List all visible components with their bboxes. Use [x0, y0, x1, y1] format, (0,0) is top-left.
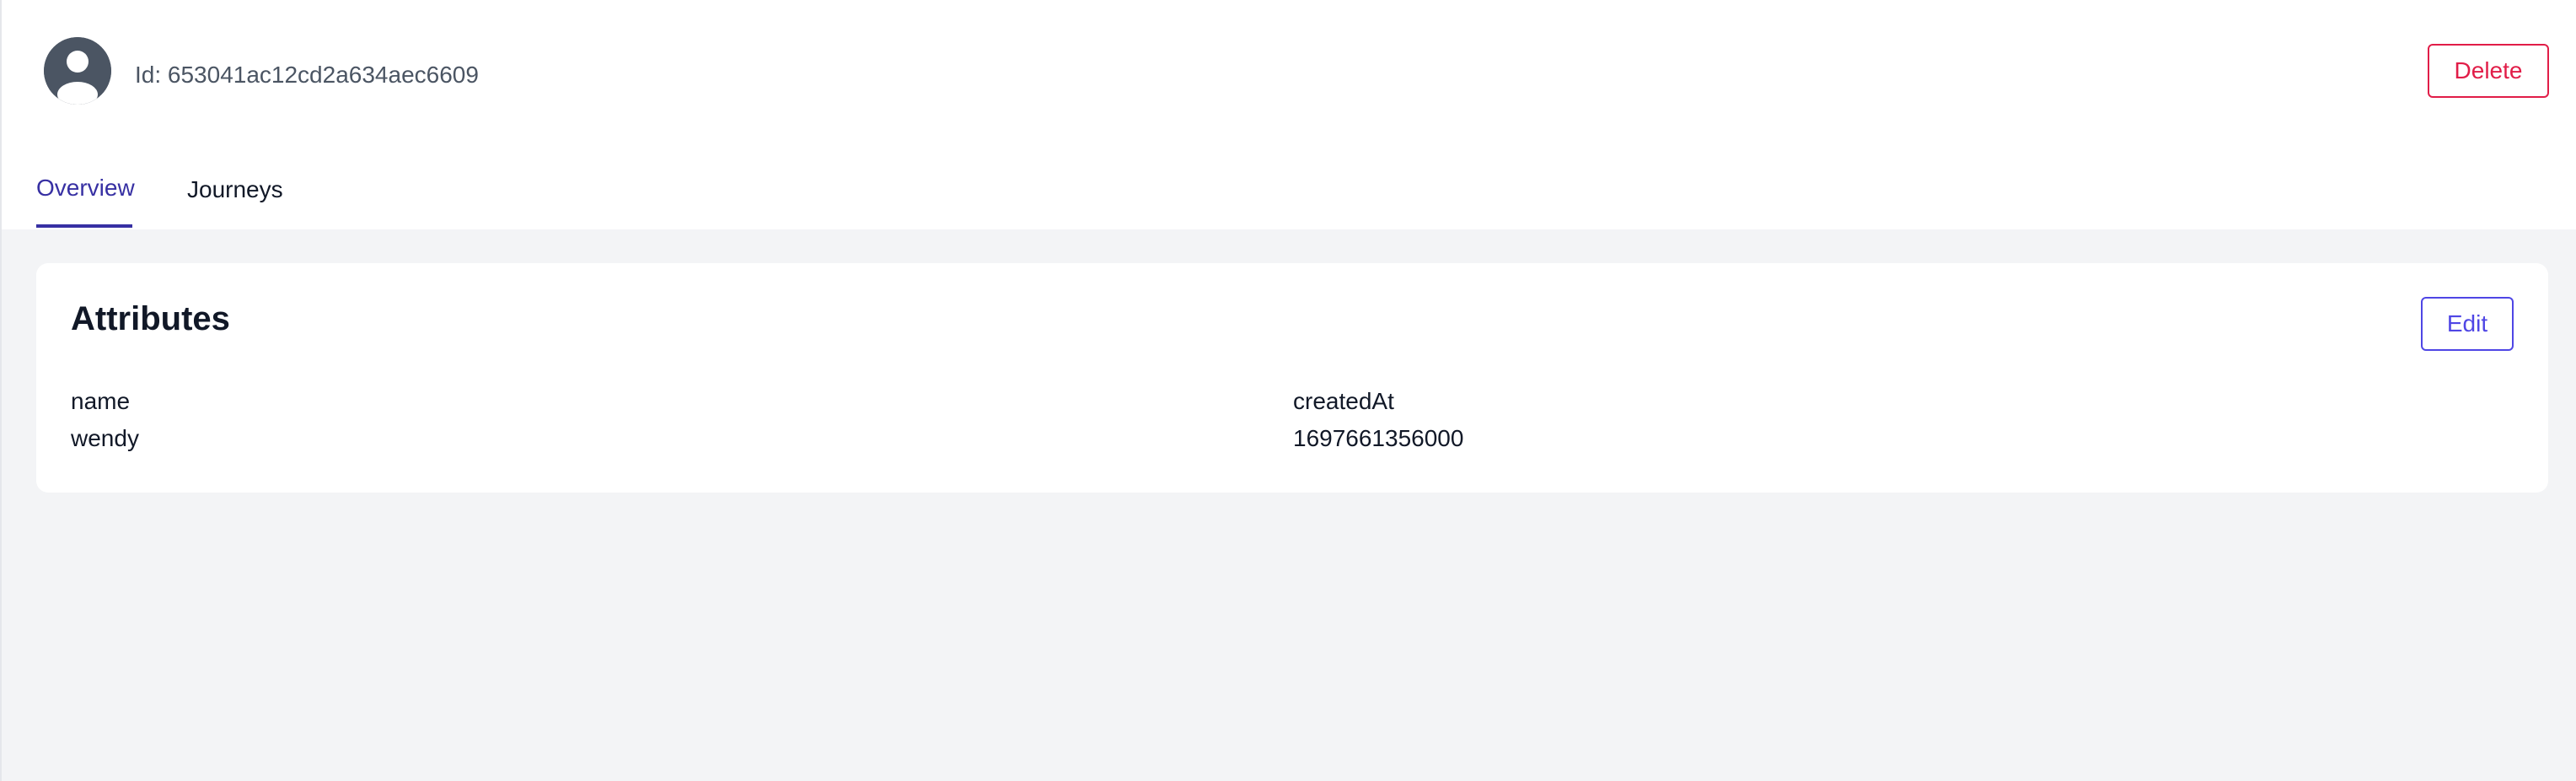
tab-journeys[interactable]: Journeys	[187, 175, 283, 204]
active-tab-indicator	[36, 224, 132, 228]
user-circle-icon	[44, 37, 111, 105]
attributes-card: Attributes Edit name wendy createdAt 169…	[36, 263, 2548, 493]
attribute-value-name: wendy	[71, 425, 139, 451]
customer-tabs: Overview Journeys	[2, 160, 507, 229]
attribute-value-createdat: 1697661356000	[1293, 425, 1464, 451]
customer-page: Id: 653041ac12cd2a634aec6609 Delete Over…	[0, 0, 2576, 781]
delete-button[interactable]: Delete	[2428, 44, 2549, 98]
attribute-key-createdat: createdAt	[1293, 388, 1394, 414]
attributes-title: Attributes	[71, 300, 230, 337]
customer-id: Id: 653041ac12cd2a634aec6609	[135, 62, 479, 88]
customer-header: Id: 653041ac12cd2a634aec6609 Delete Over…	[2, 0, 2576, 229]
edit-attributes-button[interactable]: Edit	[2421, 297, 2514, 351]
tab-overview[interactable]: Overview	[36, 174, 135, 202]
attribute-key-name: name	[71, 388, 131, 414]
